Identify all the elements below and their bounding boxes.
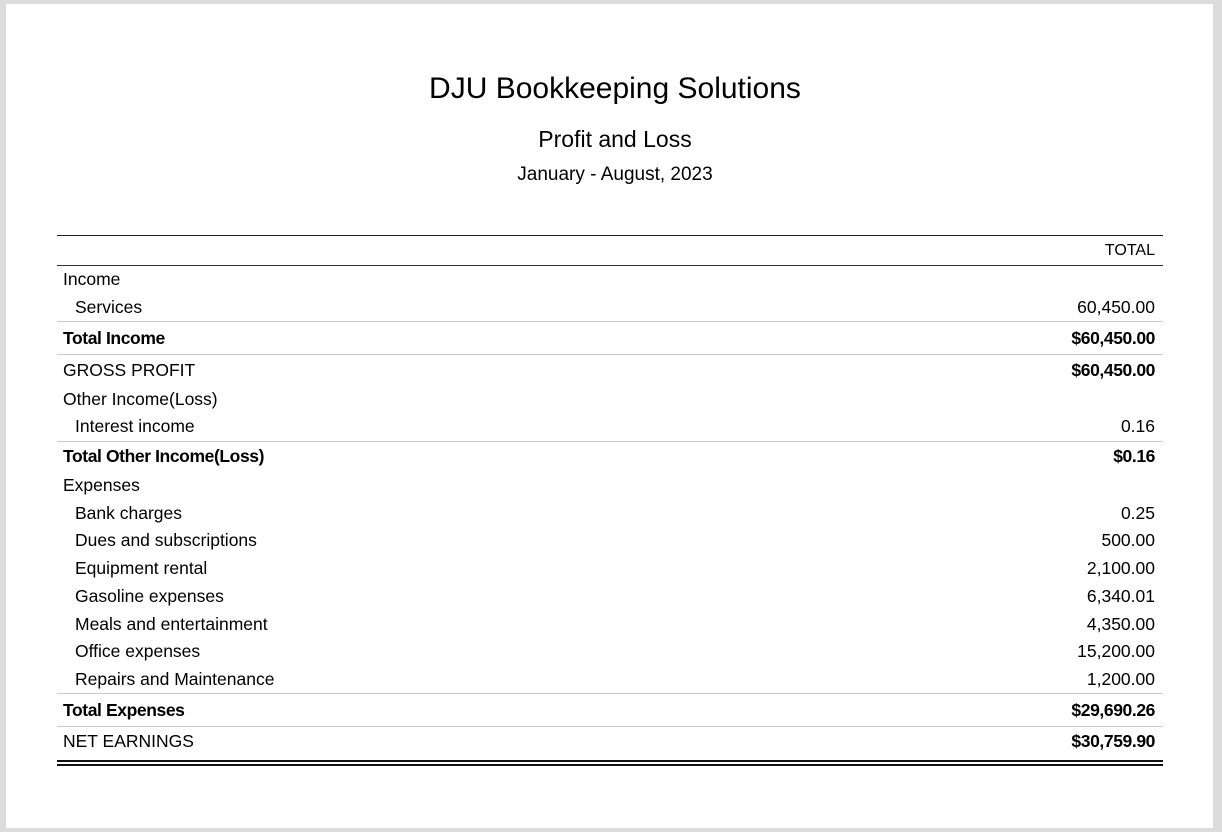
company-name: DJU Bookkeeping Solutions xyxy=(429,72,801,105)
report-period: January - August, 2023 xyxy=(517,164,713,185)
gross-profit-row: GROSS PROFIT $60,450.00 xyxy=(57,354,1163,385)
section-expenses: Expenses xyxy=(63,475,140,496)
table-row: Bank charges 0.25 xyxy=(75,502,1155,523)
table-row: Equipment rental 2,100.00 xyxy=(75,558,1155,579)
total-income-row: Total Income $60,450.00 xyxy=(57,321,1163,354)
section-other-income: Other Income(Loss) xyxy=(63,388,218,409)
total-expenses-row: Total Expenses $29,690.26 xyxy=(57,693,1163,726)
column-header-total: TOTAL xyxy=(1104,241,1155,259)
double-underline xyxy=(57,760,1163,767)
total-other-income-row: Total Other Income(Loss) $0.16 xyxy=(57,440,1163,472)
table-row: Dues and subscriptions 500.00 xyxy=(75,530,1155,551)
table-row: Gasoline expenses 6,340.01 xyxy=(75,585,1155,606)
table-row: Services 60,450.00 xyxy=(75,297,1155,318)
table-row: Office expenses 15,200.00 xyxy=(75,641,1155,662)
table-row: Meals and entertainment 4,350.00 xyxy=(75,613,1155,634)
section-income: Income xyxy=(63,269,121,290)
table-row: Interest income 0.16 xyxy=(75,416,1155,437)
profit-loss-table: TOTAL Income Services 60,450.00 Total Inc… xyxy=(57,235,1163,767)
report-title: Profit and Loss xyxy=(538,126,692,152)
net-earnings-row: NET EARNINGS $30,759.90 xyxy=(57,726,1163,755)
table-row: Repairs and Maintenance 1,200.00 xyxy=(75,668,1155,689)
table-header: TOTAL xyxy=(57,236,1163,266)
